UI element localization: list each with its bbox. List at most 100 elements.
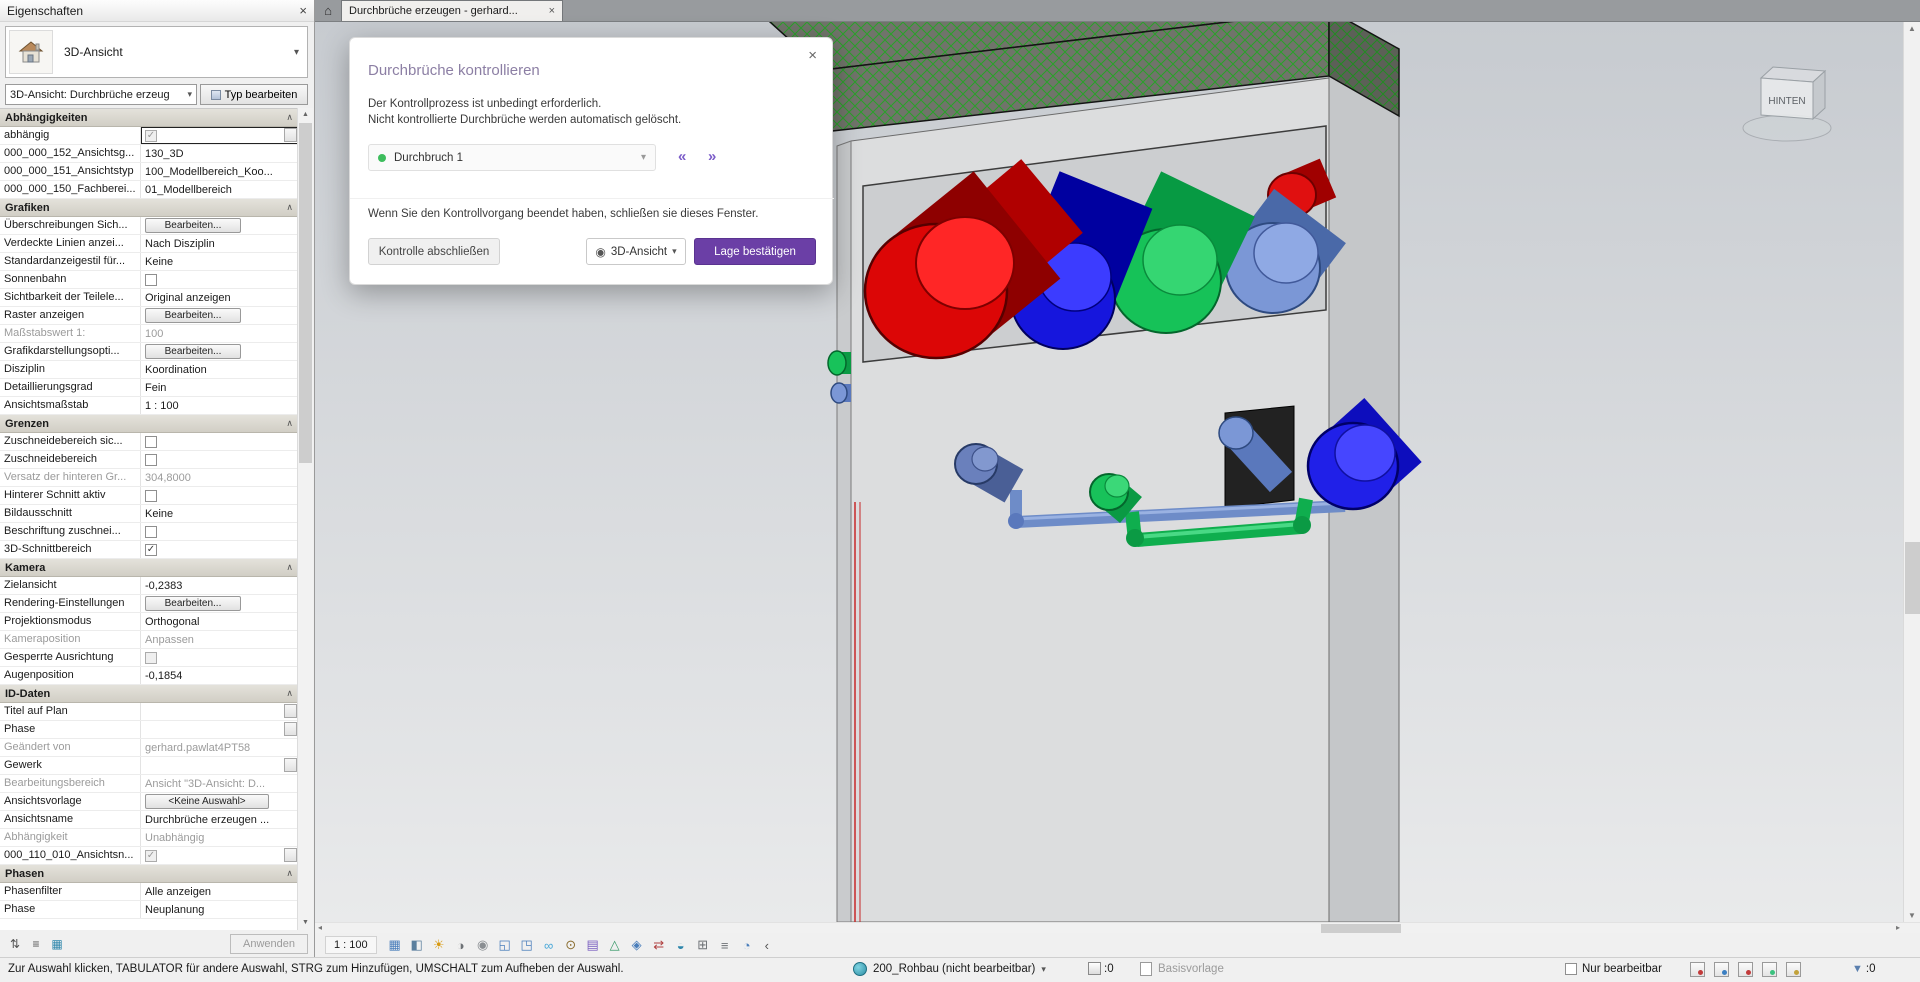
property-value[interactable] [141, 271, 298, 288]
edit-button[interactable]: Bearbeiten... [145, 344, 241, 359]
browse-button[interactable] [284, 128, 297, 142]
select-by-face-icon[interactable] [1762, 962, 1777, 977]
section-header[interactable]: Abhängigkeiten∧ [0, 109, 298, 127]
property-value[interactable] [141, 451, 298, 468]
scroll-left-icon[interactable]: ◂ [318, 923, 322, 932]
property-value[interactable]: <Keine Auswahl> [141, 793, 298, 810]
property-value[interactable]: Alle anzeigen [141, 883, 298, 900]
property-value[interactable] [141, 433, 298, 450]
panel-close-icon[interactable]: × [299, 3, 307, 18]
scroll-up-icon[interactable]: ▲ [1908, 24, 1916, 33]
detail-level-icon[interactable]: ▦ [385, 936, 405, 955]
collapse-icon[interactable]: ∧ [286, 562, 293, 573]
scroll-up-icon[interactable]: ▲ [298, 108, 313, 122]
select-underlay-icon[interactable] [1714, 962, 1729, 977]
edit-button[interactable]: Bearbeiten... [145, 596, 241, 611]
reveal-constraints-icon[interactable]: ⇄ [649, 936, 669, 955]
scroll-right-icon[interactable]: ▸ [1896, 923, 1900, 932]
edit-button[interactable]: Bearbeiten... [145, 308, 241, 323]
property-value[interactable]: ✓ [141, 847, 298, 864]
sort-ascending-icon[interactable]: ⇅ [6, 935, 24, 953]
edit-type-button[interactable]: Typ bearbeiten [200, 84, 308, 105]
property-value[interactable]: Neuplanung [141, 901, 298, 918]
section-header[interactable]: Phasen∧ [0, 865, 298, 883]
scroll-down-icon[interactable]: ▼ [1908, 911, 1916, 920]
temporary-hide-isolate-icon[interactable]: ∞ [539, 936, 559, 955]
design-option-group[interactable]: Basisvorlage [1140, 962, 1224, 976]
section-header[interactable]: Grafiken∧ [0, 199, 298, 217]
collapse-icon[interactable]: ∧ [286, 112, 293, 123]
section-header[interactable]: ID-Daten∧ [0, 685, 298, 703]
rendering-dialog-icon[interactable]: ◉ [473, 936, 493, 955]
drag-elements-icon[interactable] [1786, 962, 1801, 977]
property-value[interactable]: 01_Modellbereich [141, 181, 298, 198]
checkbox[interactable] [145, 274, 157, 286]
reveal-hidden-elements-icon[interactable]: ⊙ [561, 936, 581, 955]
confirm-position-button[interactable]: Lage bestätigen [694, 238, 816, 265]
view-list-icon[interactable]: ≡ [715, 936, 735, 955]
property-value[interactable]: 100 [141, 325, 298, 342]
editing-requests-group[interactable]: :0 [1088, 962, 1114, 975]
property-value[interactable]: Fein [141, 379, 298, 396]
property-value[interactable]: Ansicht "3D-Ansicht: D... [141, 775, 298, 792]
checkbox[interactable] [145, 526, 157, 538]
property-value[interactable] [141, 487, 298, 504]
workset-group[interactable]: 200_Rohbau (nicht bearbeitbar) ▾ [853, 962, 1046, 976]
sun-path-icon[interactable]: ☀ [429, 936, 449, 955]
editable-only-checkbox[interactable] [1565, 963, 1577, 975]
collapse-icon[interactable]: ∧ [286, 868, 293, 879]
property-value[interactable]: Orthogonal [141, 613, 298, 630]
property-value[interactable]: ✓ [141, 127, 298, 144]
finish-control-button[interactable]: Kontrolle abschließen [368, 238, 500, 265]
property-value[interactable] [141, 523, 298, 540]
property-value[interactable]: -0,2383 [141, 577, 298, 594]
collapse-icon[interactable]: ∧ [286, 418, 293, 429]
property-value[interactable]: gerhard.pawlat4PT58 [141, 739, 298, 756]
property-value[interactable]: ✓ [141, 541, 298, 558]
scroll-down-icon[interactable]: ▼ [298, 916, 313, 930]
collapse-icon[interactable]: ∧ [286, 688, 293, 699]
navigation-wheel-icon[interactable]: ◔ [737, 936, 757, 955]
apply-button[interactable]: Anwenden [230, 934, 308, 954]
property-value[interactable]: Original anzeigen [141, 289, 298, 306]
browse-button[interactable] [284, 848, 297, 862]
property-value[interactable]: Bearbeiten... [141, 307, 298, 324]
type-selector[interactable]: 3D-Ansicht ▾ [5, 26, 308, 78]
checkbox[interactable] [145, 436, 157, 448]
previous-durchbruch-button[interactable]: « [678, 148, 686, 165]
displacement-sets-icon[interactable]: ◈ [627, 936, 647, 955]
property-value[interactable]: Bearbeiten... [141, 343, 298, 360]
property-value[interactable]: Keine [141, 253, 298, 270]
home-icon[interactable]: ⌂ [315, 0, 341, 21]
scale-button[interactable]: 1 : 100 [325, 936, 377, 954]
browse-button[interactable] [284, 758, 297, 772]
property-value[interactable]: Nach Disziplin [141, 235, 298, 252]
checkbox[interactable] [145, 490, 157, 502]
property-value[interactable]: 1 : 100 [141, 397, 298, 414]
tab-close-icon[interactable]: × [549, 5, 555, 17]
property-value[interactable]: Anpassen [141, 631, 298, 648]
durchbruch-select[interactable]: Durchbruch 1 ▾ [368, 144, 656, 171]
collapse-toolbar-icon[interactable]: ‹ [765, 938, 769, 953]
collapse-icon[interactable]: ∧ [286, 202, 293, 213]
edit-button[interactable]: <Keine Auswahl> [145, 794, 269, 809]
property-value[interactable]: Durchbrüche erzeugen ... [141, 811, 298, 828]
checkbox[interactable]: ✓ [145, 544, 157, 556]
property-value[interactable]: Keine [141, 505, 298, 522]
section-header[interactable]: Grenzen∧ [0, 415, 298, 433]
select-pinned-icon[interactable] [1738, 962, 1753, 977]
property-value[interactable] [141, 703, 298, 720]
property-value[interactable]: 130_3D [141, 145, 298, 162]
shadows-icon[interactable]: ◑ [451, 936, 471, 955]
scrollbar-thumb[interactable] [299, 123, 312, 463]
property-grid-scrollbar[interactable]: ▲ ▼ [297, 108, 313, 930]
view-filter-combo[interactable]: 3D-Ansicht: Durchbrüche erzeug ▾ [5, 84, 197, 105]
property-value[interactable]: Koordination [141, 361, 298, 378]
section-header[interactable]: Kamera∧ [0, 559, 298, 577]
temporary-view-properties-icon[interactable]: ▤ [583, 936, 603, 955]
property-value[interactable] [141, 757, 298, 774]
checkbox[interactable] [145, 454, 157, 466]
view-tab[interactable]: Durchbrüche erzeugen - gerhard... × [341, 0, 563, 21]
browse-button[interactable] [284, 722, 297, 736]
checkbox[interactable]: ✓ [145, 130, 157, 142]
